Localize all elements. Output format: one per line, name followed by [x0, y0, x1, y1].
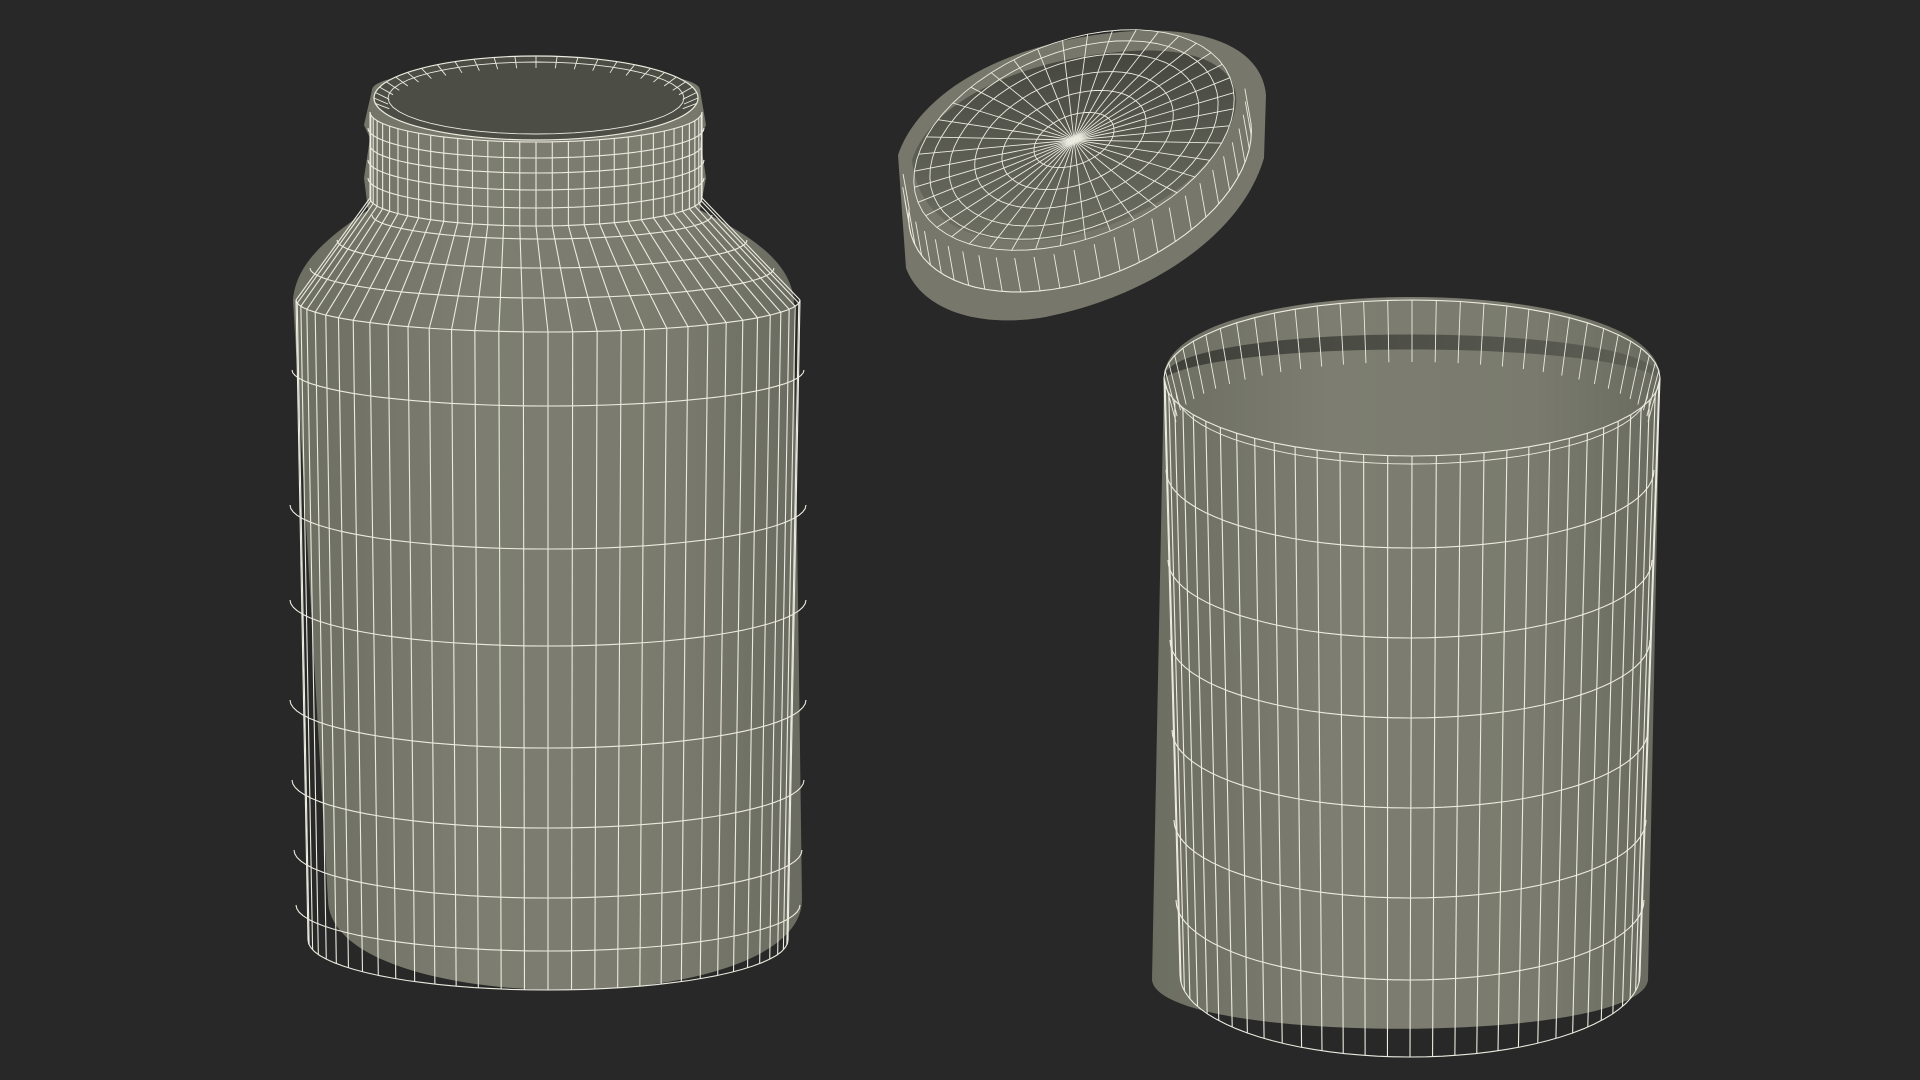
- bottle-body[interactable]: [289, 55, 807, 991]
- bottle-cap[interactable]: [898, 29, 1266, 321]
- sleeve-silhouette: [1152, 297, 1660, 1029]
- wireframe-scene: [289, 29, 1661, 1058]
- bottle-label-sleeve[interactable]: [1152, 297, 1661, 1058]
- viewport-3d[interactable]: [0, 0, 1920, 1080]
- bottle-mouth: [373, 55, 699, 141]
